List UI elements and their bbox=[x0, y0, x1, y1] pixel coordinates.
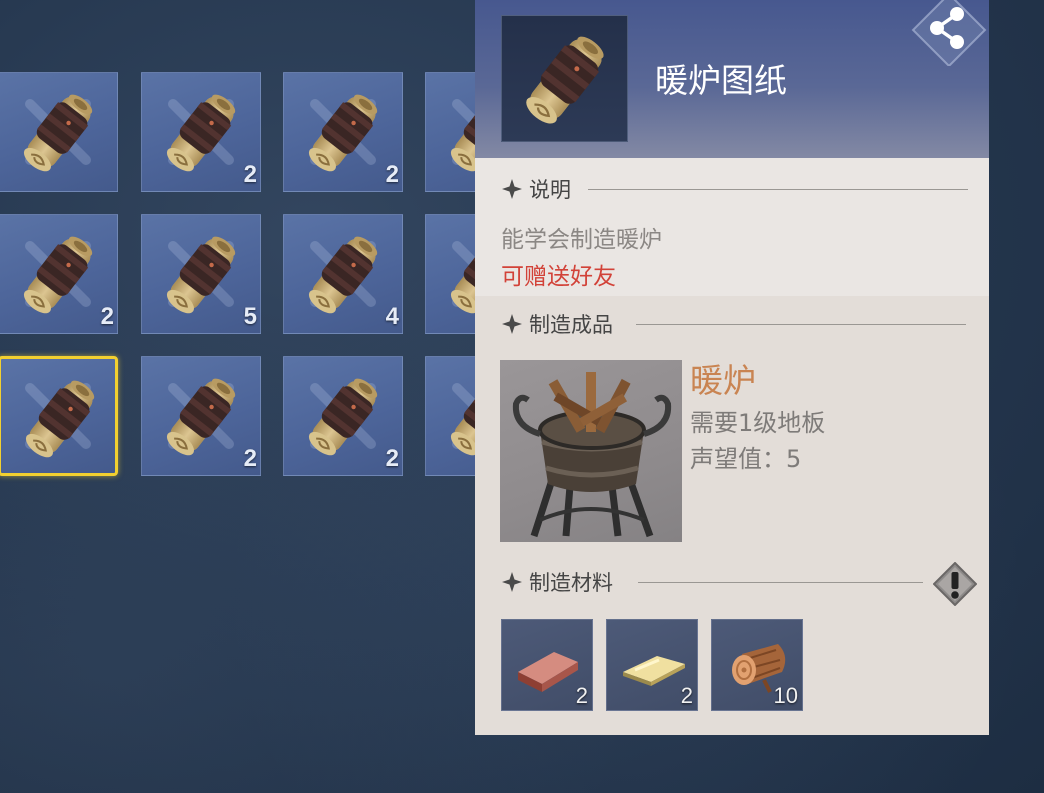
material-count: 2 bbox=[680, 683, 693, 708]
description-text: 能学会制造暖炉 bbox=[501, 227, 662, 253]
inventory-slot[interactable]: 2 bbox=[283, 72, 403, 192]
inventory-grid: 2 2 2 5 4 2 2 bbox=[0, 0, 475, 793]
slot-count: 2 bbox=[385, 445, 399, 472]
brazier-image bbox=[500, 360, 682, 542]
product-heading-label: 制造成品 bbox=[529, 313, 613, 337]
blueprint-scroll-icon bbox=[19, 373, 103, 463]
diamond-star-icon bbox=[501, 178, 523, 200]
item-icon-frame bbox=[501, 15, 628, 142]
blueprint-scroll-icon bbox=[160, 87, 244, 177]
product-heading: 制造成品 bbox=[501, 309, 613, 339]
product-prestige: 声望值：5 bbox=[690, 445, 802, 473]
section-divider bbox=[638, 582, 923, 583]
blueprint-scroll-icon bbox=[444, 87, 475, 177]
gold-plate-icon bbox=[623, 656, 685, 686]
slot-count: 4 bbox=[385, 303, 399, 330]
blueprint-scroll-icon bbox=[160, 229, 244, 319]
section-divider bbox=[636, 324, 966, 325]
material-slot-gold-plate[interactable]: 2 bbox=[606, 619, 698, 711]
diamond-star-icon bbox=[501, 313, 523, 335]
description-heading-label: 说明 bbox=[529, 178, 571, 202]
share-icon bbox=[911, 0, 987, 68]
exclamation-icon bbox=[932, 561, 978, 607]
slot-count: 2 bbox=[243, 445, 257, 472]
product-name: 暖炉 bbox=[690, 361, 756, 400]
inventory-slot[interactable]: 2 bbox=[0, 214, 118, 334]
description-heading: 说明 bbox=[501, 174, 571, 204]
blueprint-scroll-icon bbox=[444, 229, 475, 319]
inventory-slot[interactable]: 5 bbox=[141, 214, 261, 334]
blueprint-scroll-icon bbox=[17, 229, 101, 319]
product-requirement: 需要1级地板 bbox=[690, 409, 826, 437]
slot-count: 2 bbox=[243, 161, 257, 188]
materials-alert-button[interactable] bbox=[932, 561, 978, 607]
inventory-slot[interactable] bbox=[425, 214, 475, 334]
inventory-slot[interactable] bbox=[0, 72, 118, 192]
share-button[interactable] bbox=[911, 0, 987, 68]
material-slot-copper-ingot[interactable]: 2 bbox=[501, 619, 593, 711]
item-title: 暖炉图纸 bbox=[655, 61, 787, 100]
detail-header: 暖炉图纸 bbox=[475, 0, 989, 158]
copper-ingot-icon bbox=[518, 652, 578, 692]
blueprint-scroll-icon bbox=[518, 28, 614, 130]
blueprint-scroll-icon bbox=[160, 371, 244, 461]
slot-count: 5 bbox=[243, 303, 257, 330]
material-count: 10 bbox=[773, 683, 798, 708]
inventory-slot[interactable] bbox=[425, 356, 475, 476]
material-count: 2 bbox=[575, 683, 588, 708]
description-section: 说明 能学会制造暖炉 可赠送好友 bbox=[475, 158, 989, 296]
blueprint-scroll-icon bbox=[302, 87, 386, 177]
blueprint-scroll-icon bbox=[444, 371, 475, 461]
section-divider bbox=[588, 189, 968, 190]
diamond-star-icon bbox=[501, 571, 523, 593]
materials-heading: 制造材料 bbox=[501, 567, 613, 597]
item-detail-panel: 暖炉图纸 说明 能学会制造暖炉 可赠送好友 制造成品 暖炉 需要1级地板 声望值… bbox=[475, 0, 989, 735]
brazier-icon bbox=[512, 372, 672, 538]
slot-count: 2 bbox=[100, 303, 114, 330]
inventory-slot[interactable]: 2 bbox=[283, 356, 403, 476]
detail-body: 说明 能学会制造暖炉 可赠送好友 制造成品 暖炉 需要1级地板 声望值：5 制造… bbox=[475, 158, 989, 735]
blueprint-scroll-icon bbox=[302, 229, 386, 319]
gift-note: 可赠送好友 bbox=[501, 264, 616, 290]
inventory-slot[interactable] bbox=[425, 72, 475, 192]
blueprint-scroll-icon bbox=[302, 371, 386, 461]
inventory-slot[interactable]: 2 bbox=[141, 356, 261, 476]
inventory-slot[interactable] bbox=[0, 356, 118, 476]
slot-count: 2 bbox=[385, 161, 399, 188]
inventory-slot[interactable]: 4 bbox=[283, 214, 403, 334]
inventory-slot[interactable]: 2 bbox=[141, 72, 261, 192]
material-slot-wood-log[interactable]: 10 bbox=[711, 619, 803, 711]
materials-heading-label: 制造材料 bbox=[529, 571, 613, 595]
blueprint-scroll-icon bbox=[17, 87, 101, 177]
